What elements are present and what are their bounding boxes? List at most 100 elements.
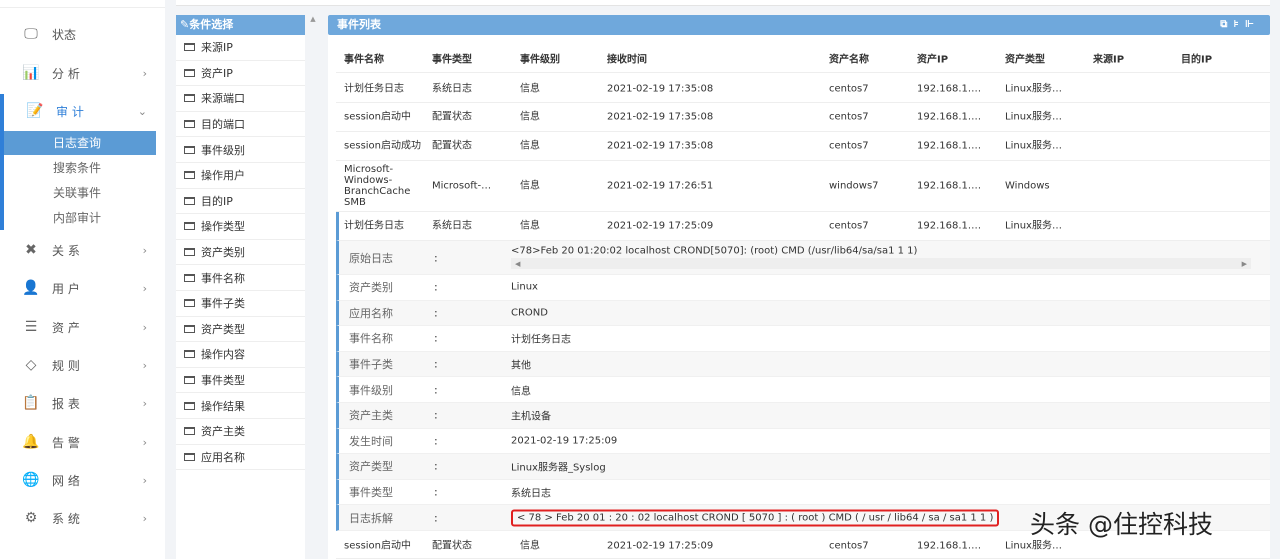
- watermark: 头条 @住控科技: [1030, 510, 1213, 539]
- copy-icon[interactable]: ⧉: [1220, 19, 1233, 30]
- condition-item[interactable]: 来源IP: [176, 35, 305, 61]
- condition-item[interactable]: 资产类别: [176, 240, 305, 266]
- detail-key: 事件名称: [349, 332, 393, 346]
- condition-label: 资产类型: [201, 322, 245, 336]
- sidebar-subitem[interactable]: 日志查询: [0, 131, 156, 155]
- cell: centos7: [829, 220, 869, 232]
- sidebar-item-7[interactable]: 📋 报 表 ›: [0, 388, 165, 418]
- scroll-right-icon[interactable]: ▶: [1242, 260, 1247, 268]
- active-indicator: [0, 94, 4, 230]
- condition-panel: ✎条件选择 来源IP 资产IP 来源端口 目的端口 事件级别 操作用户 目的IP 操作类型 资产…: [176, 15, 305, 559]
- condition-item[interactable]: 操作内容: [176, 342, 305, 368]
- cell: session启动中: [344, 540, 412, 551]
- sidebar-item-8[interactable]: 🔔 告 警 ›: [0, 427, 165, 457]
- condition-item[interactable]: 操作用户: [176, 163, 305, 189]
- sidebar-subitem[interactable]: 内部审计: [0, 206, 156, 230]
- table-row[interactable]: 计划任务日志 系统日志 信息 2021-02-19 17:25:09 centos7 19…: [336, 212, 1270, 241]
- detail-colon: :: [434, 306, 438, 320]
- chevron-right-icon: ›: [142, 396, 147, 410]
- condition-item[interactable]: 资产类型: [176, 317, 305, 343]
- folder-icon: [184, 120, 195, 129]
- detail-value: CROND: [511, 307, 548, 319]
- folder-icon: [184, 427, 195, 436]
- chevron-right-icon: ›: [142, 435, 147, 449]
- table-row[interactable]: 计划任务日志 系统日志 信息 2021-02-19 17:35:08 centos7 19…: [336, 75, 1270, 103]
- cell: 192.168.1.…: [917, 180, 982, 192]
- condition-item[interactable]: 资产主类: [176, 419, 305, 445]
- sidebar-item-6[interactable]: ◇ 规 则 ›: [0, 350, 165, 380]
- cell: Linux服务…: [1005, 83, 1062, 94]
- condition-item[interactable]: 事件名称: [176, 265, 305, 291]
- log-scrollbar[interactable]: ◀ ▶: [511, 258, 1251, 269]
- sidebar-item-1[interactable]: 📊 分 析 ›: [0, 58, 165, 88]
- condition-item[interactable]: 来源端口: [176, 86, 305, 112]
- detail-colon: :: [434, 357, 438, 371]
- cell: 接收时间: [607, 54, 647, 66]
- condition-item[interactable]: 操作类型: [176, 214, 305, 240]
- event-list-panel: 事件列表 ⧉⊧⊩ 事件名称 事件类型 事件级别 接收时间 资产名称 资产IP 资产类型 来源I…: [328, 15, 1270, 559]
- detail-value: <78>Feb 20 01:20:02 localhost CROND[5070…: [511, 245, 918, 257]
- folder-icon: [184, 324, 195, 333]
- sidebar-item-label: 资 产: [52, 320, 80, 335]
- table-row[interactable]: session启动中 配置状态 信息 2021-02-19 17:35:08 cento…: [336, 103, 1270, 132]
- detail-value: 系统日志: [511, 488, 551, 500]
- cell: 信息: [520, 140, 540, 152]
- scroll-left-icon[interactable]: ◀: [515, 260, 520, 268]
- sidebar-subitem[interactable]: 搜索条件: [0, 156, 156, 180]
- folder-icon: [184, 401, 195, 410]
- detail-colon: :: [434, 331, 438, 345]
- folder-icon: [184, 248, 195, 257]
- sidebar-item-label: 告 警: [52, 435, 80, 450]
- table-header: 事件名称 事件类型 事件级别 接收时间 资产名称 资产IP 资产类型 来源IP 目的IP: [336, 48, 1270, 73]
- cell: 2021-02-19 17:35:08: [607, 111, 714, 123]
- report-icon: 📋: [22, 395, 40, 411]
- cell: 资产名称: [829, 54, 869, 66]
- condition-item[interactable]: 事件子类: [176, 291, 305, 317]
- condition-scrollbar[interactable]: ▲: [307, 15, 319, 559]
- detail-colon: :: [434, 280, 438, 294]
- condition-item[interactable]: 事件类型: [176, 368, 305, 394]
- sidebar-item-label: 用 户: [52, 281, 80, 296]
- folder-icon: [184, 350, 195, 359]
- condition-item[interactable]: 操作结果: [176, 393, 305, 419]
- table-row[interactable]: Microsoft-Windows-BranchCache SMB Microso…: [336, 161, 1270, 212]
- export-icon[interactable]: ⊩: [1245, 19, 1260, 30]
- cell: 2021-02-19 17:26:51: [607, 180, 714, 192]
- detail-key: 事件类型: [349, 486, 393, 500]
- event-list-header: 事件列表 ⧉⊧⊩: [328, 15, 1270, 35]
- sidebar-item-3[interactable]: ✖ 关 系 ›: [0, 235, 165, 265]
- cell: session启动成功: [344, 140, 422, 152]
- condition-item[interactable]: 资产IP: [176, 61, 305, 87]
- cell: 计划任务日志: [344, 220, 404, 232]
- table-row[interactable]: session启动成功 配置状态 信息 2021-02-19 17:35:08 cent…: [336, 132, 1270, 161]
- relation-icon: ✖: [25, 242, 37, 258]
- condition-label: 来源IP: [201, 41, 233, 55]
- sidebar-item-0[interactable]: 🖵 状态: [0, 19, 165, 49]
- rule-icon: ◇: [25, 357, 37, 373]
- cell: 事件级别: [520, 54, 560, 66]
- sidebar-subitem[interactable]: 关联事件: [0, 181, 156, 205]
- detail-colon: :: [434, 485, 438, 499]
- chevron-right-icon: ›: [142, 320, 147, 334]
- cell: 系统日志: [432, 83, 472, 94]
- sidebar-item-label: 关 系: [52, 243, 80, 258]
- chevron-right-icon: ›: [142, 281, 147, 295]
- sidebar-item-5[interactable]: ☰ 资 产 ›: [0, 312, 165, 342]
- filter-icon[interactable]: ⊧: [1233, 19, 1244, 30]
- cell: 配置状态: [432, 140, 472, 152]
- sidebar-item-9[interactable]: 🌐 网 络 ›: [0, 465, 165, 495]
- condition-label: 目的端口: [201, 118, 245, 132]
- condition-item[interactable]: 目的IP: [176, 189, 305, 215]
- sidebar-item-10[interactable]: ⚙ 系 统 ›: [0, 503, 165, 533]
- folder-icon: [184, 68, 195, 77]
- detail-row: 资产主类: 主机设备: [336, 403, 1270, 429]
- condition-item[interactable]: 目的端口: [176, 112, 305, 138]
- sidebar-item-2[interactable]: 📝 审 计 ⌄: [0, 96, 165, 126]
- folder-icon: [184, 196, 195, 205]
- condition-item[interactable]: 事件级别: [176, 137, 305, 163]
- condition-item[interactable]: 应用名称: [176, 445, 305, 471]
- sidebar-item-4[interactable]: 👤 用 户 ›: [0, 273, 165, 303]
- condition-label: 资产IP: [201, 66, 233, 80]
- detail-value: 2021-02-19 17:25:09: [511, 435, 618, 447]
- detail-key: 原始日志: [349, 251, 393, 265]
